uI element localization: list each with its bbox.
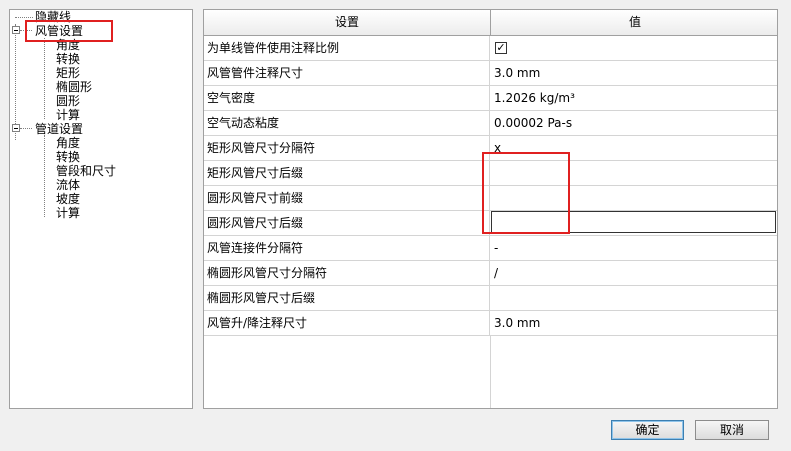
table-row[interactable]: 风管连接件分隔符 - bbox=[204, 236, 777, 261]
ok-button[interactable]: 确定 bbox=[611, 420, 684, 440]
row-label: 风管连接件分隔符 bbox=[204, 236, 490, 260]
row-value-cell[interactable] bbox=[491, 36, 777, 60]
annotation-scale-checkbox[interactable]: ✓ bbox=[495, 42, 507, 54]
tree-item-duct-rectangular[interactable]: 矩形 bbox=[56, 66, 80, 80]
row-label: 为单线管件使用注释比例 bbox=[204, 36, 490, 60]
tree-item-pipe-conversion[interactable]: 转换 bbox=[56, 150, 80, 164]
tree-connector bbox=[15, 17, 33, 18]
row-value[interactable]: 3.0 mm bbox=[491, 311, 777, 335]
grid-header: 设置 值 bbox=[204, 10, 777, 36]
tree-item-duct-calculation[interactable]: 计算 bbox=[56, 108, 80, 122]
row-label: 圆形风管尺寸后缀 bbox=[204, 211, 490, 235]
table-row[interactable]: 矩形风管尺寸分隔符 x bbox=[204, 136, 777, 161]
row-value[interactable]: / bbox=[491, 261, 777, 285]
column-header-value[interactable]: 值 bbox=[491, 10, 777, 35]
tree-item-duct-settings[interactable]: 风管设置 bbox=[35, 24, 84, 38]
tree-connector bbox=[20, 128, 32, 129]
row-label: 空气密度 bbox=[204, 86, 490, 110]
tree-item-duct-round[interactable]: 圆形 bbox=[56, 94, 80, 108]
row-value[interactable]: 0.00002 Pa-s bbox=[491, 111, 777, 135]
table-row[interactable]: 圆形风管尺寸前缀 bbox=[204, 186, 777, 211]
tree-connector bbox=[20, 30, 32, 31]
tree-item-duct-angle[interactable]: 角度 bbox=[56, 38, 80, 52]
table-row[interactable]: 风管升/降注释尺寸 3.0 mm bbox=[204, 311, 777, 336]
row-label: 风管升/降注释尺寸 bbox=[204, 311, 490, 335]
row-value[interactable] bbox=[491, 161, 777, 185]
settings-tree[interactable]: 隐藏线 风管设置 角度 转换 矩形 椭圆形 圆形 计算 管道设置 角度 转换 管… bbox=[9, 9, 193, 409]
collapse-minus-icon[interactable] bbox=[12, 26, 20, 34]
table-row[interactable]: 空气动态粘度 0.00002 Pa-s bbox=[204, 111, 777, 136]
tree-item-pipe-calculation[interactable]: 计算 bbox=[56, 206, 80, 220]
tree-item-pipe-angle[interactable]: 角度 bbox=[56, 136, 80, 150]
row-value[interactable]: - bbox=[491, 236, 777, 260]
cancel-button[interactable]: 取消 bbox=[695, 420, 769, 440]
row-label: 矩形风管尺寸后缀 bbox=[204, 161, 490, 185]
table-row[interactable]: 空气密度 1.2026 kg/m³ bbox=[204, 86, 777, 111]
row-label: 空气动态粘度 bbox=[204, 111, 490, 135]
tree-item-duct-oval[interactable]: 椭圆形 bbox=[56, 80, 92, 94]
row-label: 椭圆形风管尺寸后缀 bbox=[204, 286, 490, 310]
table-row[interactable]: 为单线管件使用注释比例 ✓ bbox=[204, 36, 777, 61]
table-row[interactable]: 矩形风管尺寸后缀 bbox=[204, 161, 777, 186]
tree-item-pipe-segments-sizes[interactable]: 管段和尺寸 bbox=[56, 164, 116, 178]
tree-item-hidden-lines[interactable]: 隐藏线 bbox=[35, 10, 71, 24]
table-row[interactable]: 圆形风管尺寸后缀 bbox=[204, 211, 777, 236]
table-row[interactable]: 椭圆形风管尺寸分隔符 / bbox=[204, 261, 777, 286]
column-divider bbox=[490, 336, 491, 408]
row-value[interactable] bbox=[491, 286, 777, 310]
tree-connector bbox=[15, 24, 16, 140]
collapse-minus-icon[interactable] bbox=[12, 124, 20, 132]
row-value[interactable]: x bbox=[491, 136, 777, 160]
row-value[interactable]: 3.0 mm bbox=[491, 61, 777, 85]
tree-item-pipe-settings[interactable]: 管道设置 bbox=[35, 122, 83, 136]
tree-item-duct-conversion[interactable]: 转换 bbox=[56, 52, 80, 66]
row-value[interactable]: 1.2026 kg/m³ bbox=[491, 86, 777, 110]
column-header-setting[interactable]: 设置 bbox=[204, 10, 491, 35]
settings-grid: 设置 值 为单线管件使用注释比例 ✓ 风管管件注释尺寸 3.0 mm 空气密度 … bbox=[203, 9, 778, 409]
row-label: 矩形风管尺寸分隔符 bbox=[204, 136, 490, 160]
tree-item-pipe-fluids[interactable]: 流体 bbox=[56, 178, 80, 192]
tree-connector bbox=[44, 37, 45, 119]
check-mark-icon: ✓ bbox=[496, 41, 506, 54]
row-label: 椭圆形风管尺寸分隔符 bbox=[204, 261, 490, 285]
round-duct-suffix-input[interactable] bbox=[491, 211, 776, 233]
table-row[interactable]: 风管管件注释尺寸 3.0 mm bbox=[204, 61, 777, 86]
row-value[interactable] bbox=[491, 186, 777, 210]
table-row[interactable]: 椭圆形风管尺寸后缀 bbox=[204, 286, 777, 311]
row-label: 风管管件注释尺寸 bbox=[204, 61, 490, 85]
tree-item-pipe-slope[interactable]: 坡度 bbox=[56, 192, 80, 206]
row-label: 圆形风管尺寸前缀 bbox=[204, 186, 490, 210]
tree-connector bbox=[44, 135, 45, 217]
